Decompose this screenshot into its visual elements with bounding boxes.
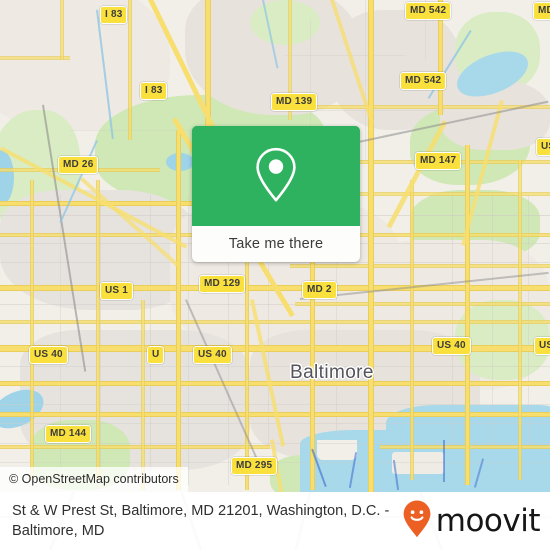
highway-road	[128, 0, 132, 140]
street-line	[100, 195, 101, 475]
map-pin-icon	[253, 145, 299, 208]
harbour-marker	[443, 440, 445, 482]
highway-road	[290, 264, 550, 268]
highway-road	[295, 302, 550, 306]
highway-shield: U	[147, 346, 165, 364]
highway-shield: MD 2	[302, 281, 337, 299]
highway-road	[465, 145, 470, 485]
highway-shield: MD 542	[405, 2, 452, 20]
highway-road	[0, 445, 270, 449]
moovit-wordmark: moovit	[435, 502, 541, 539]
card-icon-area	[192, 126, 360, 226]
highway-shield: I 83	[140, 82, 168, 100]
card-action-bar[interactable]: Take me there	[192, 226, 360, 262]
highway-shield: MD 129	[199, 275, 246, 293]
osm-attribution[interactable]: © OpenStreetMap contributors	[0, 467, 188, 492]
highway-shield: MD 26	[58, 156, 99, 174]
highway-shield: US 40	[29, 346, 68, 364]
highway-road	[176, 130, 181, 490]
highway-road	[368, 0, 374, 492]
highway-road	[518, 160, 522, 480]
highway-shield: MD 542	[400, 72, 447, 90]
highway-road	[60, 0, 64, 60]
highway-shield: US 40	[432, 337, 471, 355]
footer-bar: St & W Prest St, Baltimore, MD 21201, Wa…	[0, 492, 550, 550]
highway-shield: MD 139	[271, 93, 318, 111]
moovit-logo[interactable]: moovit	[402, 499, 541, 544]
highway-road	[410, 180, 414, 480]
moovit-smiley-pin-icon	[402, 499, 432, 544]
highway-shield: MD 147	[415, 152, 462, 170]
highway-shield: US	[536, 138, 550, 156]
highway-road	[141, 300, 145, 490]
highway-shield: MD 144	[45, 425, 92, 443]
highway-shield: MD 295	[231, 457, 278, 475]
take-me-there-label: Take me there	[228, 236, 324, 252]
highway-shield: MD	[533, 2, 550, 20]
highway-road	[30, 180, 34, 480]
street-line	[188, 195, 189, 485]
street-line	[365, 0, 366, 160]
highway-shield: US 40	[193, 346, 232, 364]
take-me-there-card[interactable]: Take me there	[192, 126, 360, 262]
highway-shield: I 83	[100, 6, 128, 24]
highway-shield: US 1	[100, 282, 134, 300]
highway-road	[96, 180, 100, 480]
street-line	[285, 55, 405, 56]
highway-shield: US	[534, 337, 550, 355]
land-pier	[392, 452, 444, 474]
address-text: St & W Prest St, Baltimore, MD 21201, Wa…	[12, 503, 390, 539]
city-label-baltimore: Baltimore	[290, 362, 374, 383]
map-canvas[interactable]: I 83 I 83 MD 542 MD 542 MD 139 MD MD 26 MD 147 U…	[0, 0, 550, 492]
screenshot-root: I 83 I 83 MD 542 MD 542 MD 139 MD MD 26 MD 147 U…	[0, 0, 550, 550]
